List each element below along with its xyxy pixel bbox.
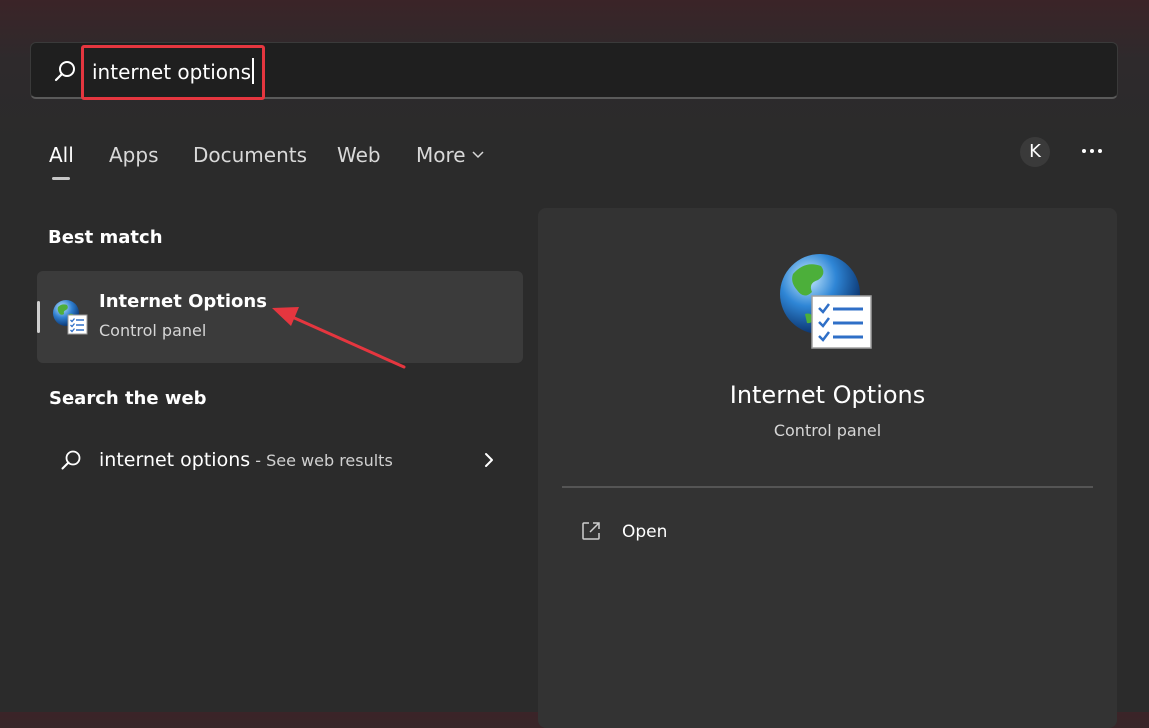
preview-title: Internet Options [729,381,926,409]
internet-options-large-icon [780,254,872,349]
active-tab-indicator [52,177,70,180]
open-label: Open [622,522,668,542]
best-match-heading: Best match [48,227,163,248]
best-match-title: Internet Options [99,291,267,312]
tab-web[interactable]: Web [337,142,381,168]
internet-options-icon [53,300,88,335]
tab-documents[interactable]: Documents [193,142,307,168]
chevron-right-icon[interactable] [482,451,496,469]
tab-more-label: More [416,143,466,167]
search-icon [54,61,75,82]
tab-apps[interactable]: Apps [109,142,159,168]
open-external-icon [582,522,600,540]
best-match-item[interactable] [37,271,523,363]
avatar[interactable]: K [1020,137,1050,167]
web-query: internet options [99,449,251,471]
more-icon[interactable] [1077,138,1107,164]
search-web-heading: Search the web [49,388,207,409]
preview-divider [562,486,1093,488]
best-match-subtitle: Control panel [99,321,207,340]
preview-subtitle: Control panel [773,421,882,440]
annotation-highlight-box [81,45,265,100]
selection-indicator [37,301,40,333]
web-suffix: - See web results [250,451,393,470]
search-icon [61,450,81,470]
tab-all[interactable]: All [49,142,74,168]
web-result-text: internet options - See web results [99,447,393,474]
chevron-down-icon [472,151,484,159]
tab-more[interactable]: More [416,142,484,168]
